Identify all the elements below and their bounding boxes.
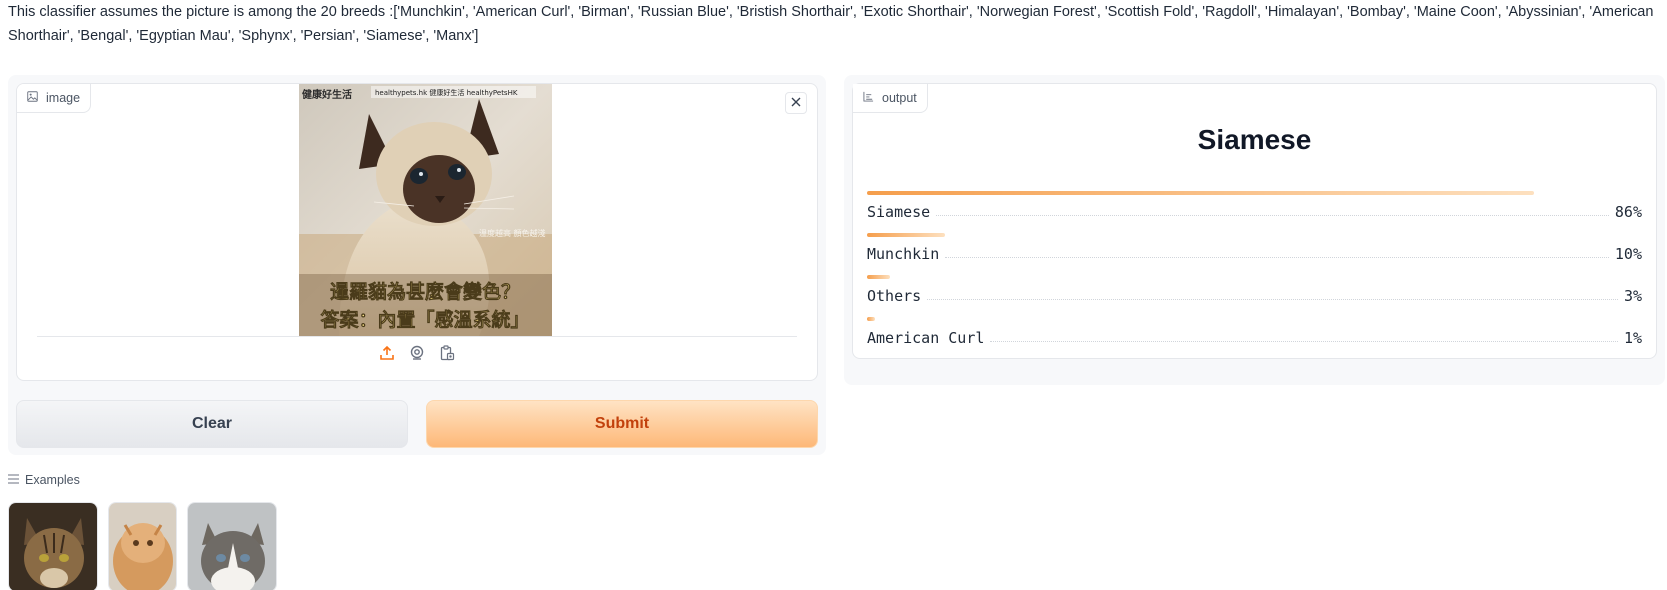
label-output: output Siamese Siamese 86% Munchkin 10% [852, 83, 1657, 359]
photo-logo-text: 健康好生活 [302, 88, 352, 101]
confidence-label: American Curl [867, 329, 985, 347]
dotted-leader [927, 299, 1618, 300]
confidence-percent: 10% [1614, 245, 1642, 263]
ragdoll-thumbnail [188, 503, 276, 590]
confidence-row: American Curl 1% [867, 317, 1642, 359]
clipboard-button[interactable] [438, 344, 456, 366]
confidence-bar [867, 233, 945, 237]
app-description: This classifier assumes the picture is a… [8, 4, 1654, 44]
photo-top-bar-text: healthypets.hk 健康好生活 healthyPetsHK [375, 88, 518, 97]
confidence-percent: 1% [1623, 329, 1642, 347]
chart-icon [863, 91, 874, 105]
image-input[interactable]: image healthypets.hk 健康好生活 healthyPetsHK… [16, 83, 818, 381]
examples-label: Examples [8, 473, 80, 487]
upload-icon [379, 345, 395, 366]
dotted-leader [936, 215, 1609, 216]
confidence-row: Siamese 86% [867, 191, 1642, 233]
photo-side-caption: 溫度越高 顏色越淺 [479, 228, 546, 238]
dotted-leader [945, 257, 1609, 258]
webcam-button[interactable] [408, 345, 426, 366]
output-label-text: output [882, 91, 917, 105]
output-panel: output Siamese Siamese 86% Munchkin 10% [844, 75, 1665, 385]
examples-label-text: Examples [25, 473, 80, 487]
image-icon [27, 91, 38, 105]
confidence-label: Others [867, 287, 922, 305]
dotted-leader [990, 341, 1618, 342]
example-thumbnail-3[interactable] [187, 502, 277, 590]
confidence-label: Siamese [867, 203, 931, 221]
clear-image-button[interactable] [785, 92, 807, 114]
confidence-row: Others 3% [867, 275, 1642, 317]
example-thumbnail-2[interactable] [108, 502, 177, 590]
confidence-percent: 3% [1623, 287, 1642, 305]
confidence-label: Munchkin [867, 245, 940, 263]
confidence-row: Munchkin 10% [867, 233, 1642, 275]
upload-button[interactable] [378, 345, 396, 366]
example-thumbnail-1[interactable] [8, 502, 98, 590]
output-label: output [853, 84, 928, 113]
predicted-label: Siamese [1197, 124, 1312, 155]
input-panel: image healthypets.hk 健康好生活 healthyPetsHK… [8, 75, 826, 455]
uploaded-image: healthypets.hk 健康好生活 healthyPetsHK 健康好生活… [299, 84, 552, 336]
confidence-bar [867, 275, 890, 279]
webcam-icon [409, 345, 425, 366]
close-icon [791, 94, 801, 112]
photo-caption-line2: 答案：內置「感溫系統」 [320, 308, 529, 331]
confidence-bar [867, 317, 875, 321]
maine-coon-thumbnail [9, 503, 97, 590]
persian-thumbnail [109, 503, 176, 590]
image-label-text: image [46, 91, 81, 105]
confidence-list: Siamese 86% Munchkin 10% Others 3% Ameri… [867, 191, 1642, 359]
confidence-percent: 86% [1614, 203, 1642, 221]
image-divider [37, 336, 797, 337]
list-icon [8, 473, 19, 487]
clear-button[interactable]: Clear [16, 400, 408, 448]
image-source-toolbar [17, 344, 817, 366]
photo-caption-line1: 暹羅貓為甚麼會變色？ [330, 280, 520, 303]
confidence-bar [867, 191, 1534, 195]
image-label: image [17, 84, 92, 113]
clipboard-icon [439, 344, 455, 366]
submit-button[interactable]: Submit [426, 400, 818, 448]
